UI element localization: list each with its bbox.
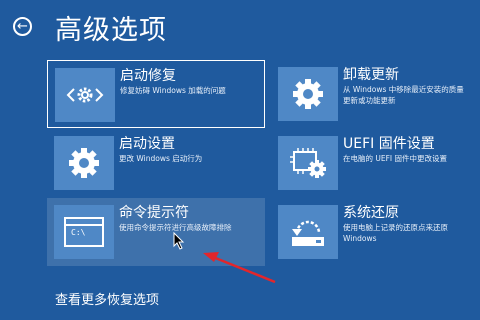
tile-description: 使用命令提示符进行高级故障排除 — [119, 223, 232, 232]
tile-title: 启动设置 — [119, 136, 175, 152]
tile-title: 卸载更新 — [343, 67, 399, 83]
tile-description: 在电脑的 UEFI 固件中更改设置 — [343, 154, 448, 163]
system-restore-icon — [278, 205, 338, 259]
more-recovery-options-link[interactable]: 查看更多恢复选项 — [55, 289, 159, 308]
chip-gear-icon — [278, 136, 338, 190]
tile-command-prompt[interactable]: C:\ 命令提示符 使用命令提示符进行高级故障排除 — [47, 198, 265, 266]
gear-icon — [54, 136, 114, 190]
back-button[interactable]: ← — [13, 17, 32, 36]
tile-title: 系统还原 — [343, 205, 399, 221]
tile-description: 修复妨碍 Windows 加载的问题 — [120, 86, 226, 95]
tile-title: 命令提示符 — [119, 205, 189, 221]
tile-startup-repair[interactable]: 启动修复 修复妨碍 Windows 加载的问题 — [47, 60, 265, 128]
tile-description: 更改 Windows 启动行为 — [119, 154, 203, 163]
tile-title: 启动修复 — [120, 68, 176, 84]
tile-title: UEFI 固件设置 — [343, 136, 435, 152]
tile-startup-settings[interactable]: 启动设置 更改 Windows 启动行为 — [47, 129, 265, 197]
tile-description: 使用电脑上记录的还原点来还原 Windows — [343, 223, 448, 243]
tile-system-restore[interactable]: 系统还原 使用电脑上记录的还原点来还原 Windows — [271, 198, 480, 266]
page-title: 高级选项 — [55, 15, 167, 46]
code-gear-icon — [55, 68, 115, 122]
command-prompt-icon-text: C:\ — [71, 228, 86, 237]
tile-uninstall-updates[interactable]: 卸载更新 从 Windows 中移除最近安装的质量更新或功能更新 — [271, 60, 480, 128]
back-arrow-icon: ← — [17, 19, 28, 34]
tile-description: 从 Windows 中移除最近安装的质量更新或功能更新 — [343, 85, 464, 105]
command-prompt-icon: C:\ — [54, 205, 114, 259]
gear-icon — [278, 67, 338, 121]
tile-uefi-firmware[interactable]: UEFI 固件设置 在电脑的 UEFI 固件中更改设置 — [271, 129, 480, 197]
